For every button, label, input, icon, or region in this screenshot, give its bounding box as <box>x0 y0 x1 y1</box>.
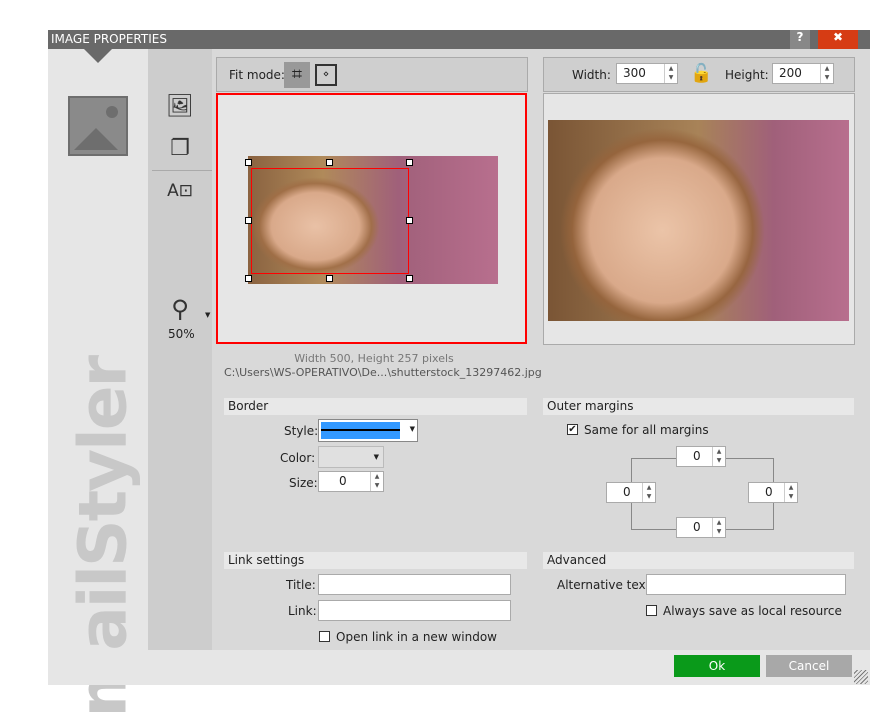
size-bar: Width: 300 ▲ ▼ 🔓 Height: 200 ▲ ▼ <box>543 57 855 92</box>
fit-mode-icon[interactable]: ⋄ <box>315 64 337 86</box>
resize-grip[interactable] <box>854 670 868 684</box>
local-resource-checkbox[interactable] <box>646 605 657 616</box>
link-title-input[interactable] <box>318 574 511 595</box>
local-resource-label: Always save as local resource <box>663 604 842 618</box>
same-margins-label: Same for all margins <box>584 423 709 437</box>
border-size-input[interactable]: 0 ▲ ▼ <box>318 471 384 492</box>
margin-bottom-input[interactable]: 0 ▲ ▼ <box>676 517 726 538</box>
style-select[interactable]: ▼ <box>318 419 418 442</box>
color-label: Color: <box>280 451 316 465</box>
replace-image-icon[interactable]: 🖼 <box>166 93 194 121</box>
preview-panel <box>543 93 855 345</box>
image-properties-dialog: IMAGE PROPERTIES ? ✖ mailStyler 🖼 ❐ A⊡ ⚲… <box>48 30 870 718</box>
style-label: Style: <box>284 424 319 438</box>
margin-top-input[interactable]: 0 ▲ ▼ <box>676 446 726 467</box>
same-margins-checkbox[interactable]: ✔ <box>567 424 578 435</box>
width-input[interactable]: 300 ▲ ▼ <box>616 63 678 84</box>
image-dimensions: Width 500, Height 257 pixels <box>294 352 454 365</box>
alt-text-input[interactable] <box>646 574 846 595</box>
margin-left-input[interactable]: 0 ▲ ▼ <box>606 482 656 503</box>
new-window-checkbox[interactable] <box>319 631 330 642</box>
title-label: Title: <box>286 578 316 592</box>
help-button[interactable]: ? <box>790 30 810 49</box>
height-label: Height: <box>725 68 769 82</box>
border-header: Border <box>224 398 527 415</box>
height-input[interactable]: 200 ▲ ▼ <box>772 63 834 84</box>
width-label: Width: <box>572 68 611 82</box>
link-label: Link: <box>288 604 317 618</box>
alt-text-label: Alternative text: <box>557 578 655 592</box>
size-label: Size: <box>289 476 318 490</box>
pointer-notch <box>84 49 112 63</box>
color-select[interactable]: ▼ <box>318 446 384 468</box>
link-url-input[interactable] <box>318 600 511 621</box>
dialog-title: IMAGE PROPERTIES <box>48 30 870 49</box>
fit-mode-label: Fit mode: <box>229 68 285 82</box>
copy-image-icon[interactable]: ❐ <box>166 135 194 163</box>
link-settings-header: Link settings <box>224 552 527 569</box>
close-button[interactable]: ✖ <box>818 30 858 49</box>
preview-image <box>548 120 849 321</box>
outer-margins-header: Outer margins <box>543 398 854 415</box>
crop-canvas[interactable] <box>216 93 527 344</box>
cancel-button[interactable]: Cancel <box>766 655 852 677</box>
zoom-icon[interactable]: ⚲ <box>166 295 194 323</box>
image-path: C:\Users\WS-OPERATIVO\De...\shutterstock… <box>224 366 542 379</box>
image-icon <box>68 96 128 156</box>
margin-right-input[interactable]: 0 ▲ ▼ <box>748 482 798 503</box>
fit-mode-bar: Fit mode: ⌗ ⋄ <box>216 57 528 92</box>
toolbar: 🖼 ❐ A⊡ ⚲ ▼ 50% <box>148 49 212 650</box>
new-window-label: Open link in a new window <box>336 630 497 644</box>
ok-button[interactable]: Ok <box>674 655 760 677</box>
lock-icon[interactable]: 🔓 <box>690 63 712 84</box>
zoom-level: 50% <box>168 327 195 341</box>
advanced-header: Advanced <box>543 552 854 569</box>
zoom-dropdown-icon[interactable]: ▼ <box>205 311 210 319</box>
crop-selection[interactable] <box>251 168 409 274</box>
text-image-icon[interactable]: A⊡ <box>166 177 194 205</box>
crop-mode-icon[interactable]: ⌗ <box>284 62 310 88</box>
